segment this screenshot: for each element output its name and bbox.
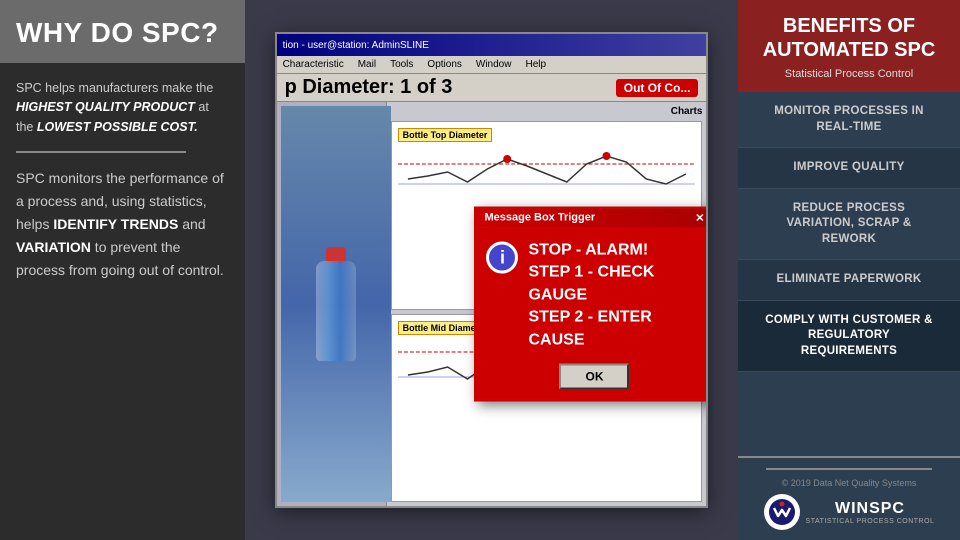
benefit-paperwork: ELIMINATE PAPERWORK: [738, 260, 960, 301]
sw-titlebar: tion - user@station: AdminSLINE: [277, 34, 707, 56]
right-footer: © 2019 Data Net Quality Systems WINSPC S…: [738, 456, 960, 540]
charts-label: Charts: [391, 106, 703, 117]
winspc-text-block: WINSPC STATISTICAL PROCESS CONTROL: [806, 500, 935, 525]
page-title: WHY DO SPC?: [16, 18, 229, 49]
winspc-icon: [764, 494, 800, 530]
spc-monitors-text: SPC monitors the performance of a proces…: [16, 167, 229, 282]
winspc-svg-icon: [768, 498, 796, 526]
footer-copyright: © 2019 Data Net Quality Systems: [752, 478, 946, 488]
sw-charts-area: Charts Bottle Top Diameter: [387, 102, 707, 505]
alarm-title-text: Message Box Trigger: [484, 212, 595, 225]
diameter-label: p Diameter: 1 of 3: [285, 76, 453, 99]
sw-sidebar: [277, 102, 387, 505]
benefits-subtitle: Statistical Process Control: [752, 68, 946, 80]
bottle-top-label: Bottle Top Diameter: [398, 128, 493, 142]
alarm-line3: STEP 2 - ENTER CAUSE: [528, 307, 702, 352]
winspc-subtitle: STATISTICAL PROCESS CONTROL: [806, 518, 935, 525]
chart-top-svg: [398, 144, 696, 204]
out-of-control-badge: Out Of Co...: [616, 79, 699, 97]
benefits-title: BENEFITS OFAUTOMATED SPC: [752, 14, 946, 62]
divider-line: [16, 151, 186, 153]
benefit-reduce: REDUCE PROCESSVARIATION, SCRAP &REWORK: [738, 189, 960, 261]
footer-divider: [766, 468, 932, 470]
sw-menubar: Characteristic Mail Tools Options Window…: [277, 56, 707, 74]
alarm-line1: STOP - ALARM!: [528, 240, 702, 262]
alarm-body: i STOP - ALARM! STEP 1 - CHECK GAUGE STE…: [476, 228, 708, 400]
bottle-image-area: [281, 106, 391, 501]
menu-tools[interactable]: Tools: [390, 59, 413, 70]
alarm-info-icon: i: [486, 242, 518, 274]
alarm-ok-button[interactable]: OK: [559, 363, 629, 389]
left-panel: WHY DO SPC? SPC helps manufacturers make…: [0, 0, 245, 540]
alarm-icon-row: i STOP - ALARM! STEP 1 - CHECK GAUGE STE…: [486, 240, 702, 352]
software-container: tion - user@station: AdminSLINE Characte…: [245, 0, 738, 540]
winspc-name: WINSPC: [806, 500, 935, 518]
winspc-logo: WINSPC STATISTICAL PROCESS CONTROL: [752, 494, 946, 530]
menu-window[interactable]: Window: [476, 59, 512, 70]
sw-toolbar: p Diameter: 1 of 3 Out Of Co...: [277, 74, 707, 102]
benefits-list: MONITOR PROCESSES INREAL-TIME IMPROVE QU…: [738, 92, 960, 456]
left-content: SPC helps manufacturers make the HIGHEST…: [0, 63, 245, 540]
benefit-quality: IMPROVE QUALITY: [738, 148, 960, 189]
benefit-monitor: MONITOR PROCESSES INREAL-TIME: [738, 92, 960, 148]
menu-mail[interactable]: Mail: [358, 59, 376, 70]
alarm-text: STOP - ALARM! STEP 1 - CHECK GAUGE STEP …: [528, 240, 702, 352]
menu-options[interactable]: Options: [427, 59, 461, 70]
middle-panel: tion - user@station: AdminSLINE Characte…: [245, 0, 738, 540]
alarm-line2: STEP 1 - CHECK GAUGE: [528, 262, 702, 307]
right-panel: BENEFITS OFAUTOMATED SPC Statistical Pro…: [738, 0, 960, 540]
menu-help[interactable]: Help: [525, 59, 546, 70]
alarm-dialog: Message Box Trigger ✕ i STOP - ALARM! ST…: [474, 207, 708, 402]
right-header: BENEFITS OFAUTOMATED SPC Statistical Pro…: [738, 0, 960, 92]
software-window: tion - user@station: AdminSLINE Characte…: [275, 32, 709, 507]
sw-title-text: tion - user@station: AdminSLINE: [283, 40, 429, 51]
title-box: WHY DO SPC?: [0, 0, 245, 63]
alarm-close-button[interactable]: ✕: [695, 212, 704, 225]
benefit-comply: COMPLY WITH CUSTOMER &REGULATORYREQUIREM…: [738, 301, 960, 373]
desc-text: SPC helps manufacturers make the HIGHEST…: [16, 79, 229, 137]
alarm-titlebar: Message Box Trigger ✕: [476, 209, 708, 228]
menu-characteristic[interactable]: Characteristic: [283, 59, 344, 70]
sw-body: Charts Bottle Top Diameter: [277, 102, 707, 505]
bottle-shape: [316, 261, 356, 361]
